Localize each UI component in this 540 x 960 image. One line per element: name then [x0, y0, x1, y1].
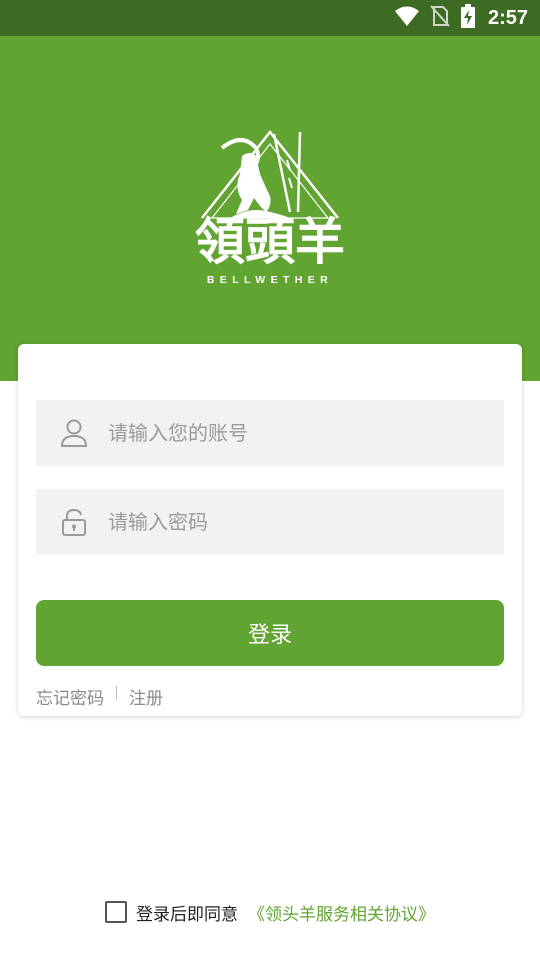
battery-charging-icon — [460, 4, 476, 32]
link-divider — [116, 685, 117, 700]
password-input[interactable] — [108, 510, 488, 534]
status-bar: 2:57 — [0, 0, 540, 36]
wifi-icon — [394, 5, 420, 31]
login-card: 登录 忘记密码 注册 — [18, 344, 522, 716]
unlock-icon — [56, 504, 92, 540]
account-input[interactable] — [108, 421, 488, 445]
status-time: 2:57 — [487, 6, 528, 29]
status-icons: 2:57 — [394, 0, 528, 36]
agreement-link[interactable]: 《领头羊服务相关协议》 — [248, 900, 435, 925]
login-button[interactable]: 登录 — [36, 600, 504, 666]
account-field[interactable] — [36, 400, 504, 466]
brand-subtitle: BELLWETHER — [206, 274, 334, 286]
agreement-checkbox[interactable] — [105, 901, 127, 923]
agreement-row: 登录后即同意 《领头羊服务相关协议》 — [105, 899, 435, 925]
account-links: 忘记密码 注册 — [36, 684, 163, 709]
no-sim-icon — [430, 5, 450, 31]
agreement-text: 登录后即同意 — [136, 904, 238, 925]
brand-name: 領頭羊 — [195, 213, 345, 271]
forgot-password-link[interactable]: 忘记密码 — [36, 684, 104, 709]
register-link[interactable]: 注册 — [129, 684, 163, 709]
user-icon — [56, 415, 92, 451]
password-field[interactable] — [36, 489, 504, 555]
